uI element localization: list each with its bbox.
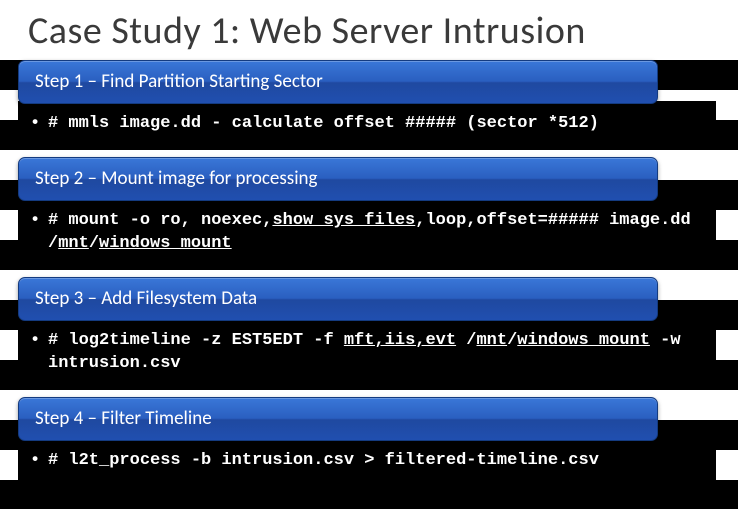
- step-3-body: • # log2timeline -z EST5EDT -f mft,iis,e…: [18, 318, 716, 386]
- step-2-command: # mount -o ro, noexec,show_sys_files,loo…: [48, 211, 691, 253]
- bullet-icon: •: [30, 450, 40, 473]
- step-3-command: # log2timeline -z EST5EDT -f mft,iis,evt…: [48, 331, 681, 373]
- step-1-command: # mmls image.dd - calculate offset #####…: [48, 114, 599, 133]
- step-4-body: • # l2t_process -b intrusion.csv > filte…: [18, 438, 716, 483]
- step-2-header: Step 2 – Mount image for processing: [18, 157, 658, 201]
- bullet-icon: •: [30, 330, 40, 353]
- slide-title: Case Study 1: Web Server Intrusion: [0, 0, 738, 60]
- step-1-body: • # mmls image.dd - calculate offset ###…: [18, 101, 716, 146]
- step-3-header: Step 3 – Add Filesystem Data: [18, 277, 658, 321]
- step-1-header: Step 1 – Find Partition Starting Sector: [18, 60, 658, 104]
- bullet-icon: •: [30, 113, 40, 136]
- step-4-command: # l2t_process -b intrusion.csv > filtere…: [48, 451, 599, 470]
- steps-container: Step 1 – Find Partition Starting Sector …: [0, 60, 738, 504]
- step-4-header: Step 4 – Filter Timeline: [18, 397, 658, 441]
- step-2-body: • # mount -o ro, noexec,show_sys_files,l…: [18, 198, 716, 266]
- bullet-icon: •: [30, 210, 40, 233]
